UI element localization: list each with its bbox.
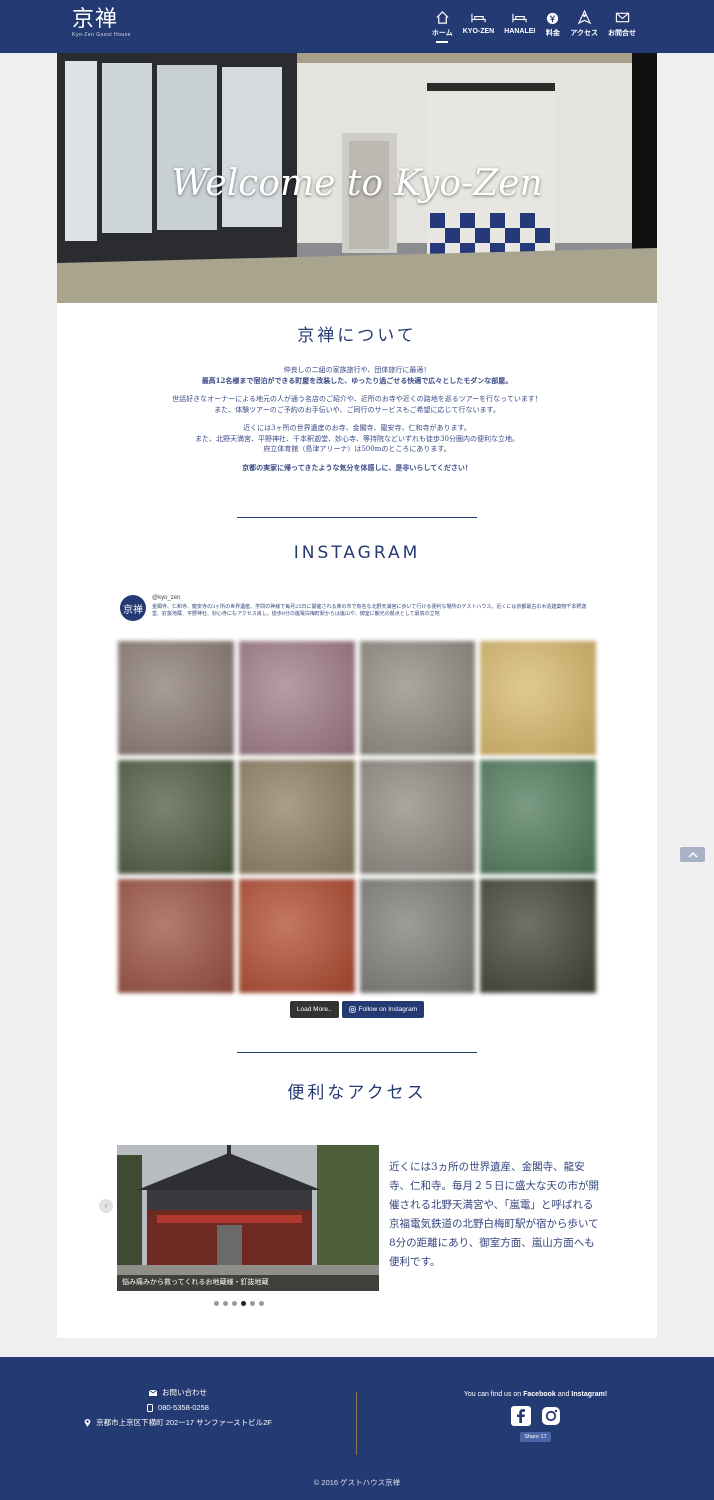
- slide-image: [117, 1145, 379, 1291]
- about-line: 世話好きなオーナーによる地元の人が通う名店のご紹介や、近所のお寺や近くの路地を巡…: [172, 395, 542, 403]
- main-content: Welcome to Kyo-Zen 京禅について 仲良しの二組の家族旅行や、団…: [57, 53, 657, 1338]
- nav-access[interactable]: アクセス: [570, 10, 598, 43]
- hero-title: Welcome to Kyo-Zen: [171, 163, 543, 204]
- follow-label: Follow on Instagram: [358, 1006, 418, 1013]
- instagram-username[interactable]: @kyo_zen: [152, 595, 180, 601]
- social-instagram-text: Instagram!: [571, 1391, 608, 1398]
- chevron-up-icon: [687, 851, 698, 858]
- instagram-icon: [348, 1006, 356, 1013]
- instagram-post[interactable]: [359, 760, 476, 874]
- instagram-post[interactable]: [238, 760, 355, 874]
- map-marker-icon: [84, 1419, 91, 1427]
- header: 京禅 Kyo-Zen Guest House ホーム KYO-ZEN HANAL…: [0, 0, 714, 53]
- instagram-icon[interactable]: [541, 1406, 561, 1426]
- nav-label: ホーム: [431, 30, 453, 37]
- section-divider: [237, 517, 477, 518]
- contact-link[interactable]: お問い合わせ: [0, 1385, 356, 1400]
- instagram-bio: 金閣寺、仁和寺、龍安寺の3ヶ所の世界遺産、学問の神様で毎月25日に開催される楽の…: [152, 604, 587, 617]
- section-divider: [237, 1052, 477, 1053]
- slide-caption: 悩み痛みから救ってくれるお地蔵様・釘抜地蔵: [117, 1275, 379, 1291]
- bed-icon: [471, 13, 486, 23]
- footer: お問い合わせ 080-5358-0258 京都市上京区下横町 202ー17 サン…: [0, 1357, 714, 1500]
- about-line: 府立体育館（島津アリーナ）は500mのところにあります。: [263, 445, 451, 453]
- about-line: また、体験ツアーのご予約のお手伝いや、ご同行のサービスもご希望に応じて行ないます…: [214, 405, 500, 414]
- phone-number: 080-5358-0258: [158, 1403, 209, 1412]
- follow-instagram-button[interactable]: Follow on Instagram: [341, 1001, 425, 1018]
- copyright: © 2016 ゲストハウス京禅: [313, 1478, 401, 1487]
- nav-pricing[interactable]: 料金: [545, 10, 560, 43]
- nav-label: 料金: [545, 30, 560, 37]
- slider-dots: [214, 1301, 264, 1306]
- nav-label: お問合せ: [608, 30, 636, 37]
- about-text: 仲良しの二組の家族旅行や、団体旅行に最適！ 最高12名様まで宿泊ができる町屋を改…: [97, 365, 617, 481]
- about-line: 仲良しの二組の家族旅行や、団体旅行に最適！: [283, 366, 431, 374]
- social-facebook-text: Facebook: [523, 1391, 556, 1398]
- instagram-post[interactable]: [118, 879, 234, 993]
- contact-label: お問い合わせ: [162, 1388, 207, 1397]
- about-line: 近くには3ヶ所の世界遺産のお寺、金閣寺、龍安寺、仁和寺があります。: [243, 424, 471, 432]
- social-and: and: [555, 1391, 572, 1398]
- access-slider[interactable]: 悩み痛みから救ってくれるお地蔵様・釘抜地蔵: [117, 1145, 379, 1291]
- yen-icon: [547, 12, 559, 25]
- instagram-buttons: Load More.. Follow on Instagram: [57, 1001, 657, 1018]
- about-line: 最高12名様まで宿泊ができる町屋を改装した、ゆったり過ごせる快適で広々としたモダ…: [201, 375, 513, 385]
- scroll-top-button[interactable]: [680, 847, 705, 862]
- phone-icon: [147, 1403, 154, 1412]
- about-line: また、北野天満宮、平野神社、千本釈迦堂、妙心寺、等持院などいずれも徒歩30分圏内…: [195, 434, 519, 443]
- instagram-post[interactable]: [118, 760, 234, 874]
- load-more-button[interactable]: Load More..: [289, 1001, 339, 1018]
- access-description: 近くには3ヵ所の世界遺産、金閣寺、龍安寺、仁和寺。毎月２５日に盛大な天の市が開催…: [389, 1161, 599, 1268]
- slider-dot[interactable]: [232, 1301, 237, 1306]
- about-title: 京禅について: [297, 326, 417, 346]
- nav-label: KYO-ZEN: [462, 28, 495, 35]
- logo-subtitle: Kyo-Zen Guest House: [72, 32, 131, 38]
- nav-label: HANALEI: [504, 28, 536, 35]
- address: 京都市上京区下横町 202ー17 サンファーストビル2F: [96, 1418, 272, 1427]
- logo[interactable]: 京禅 Kyo-Zen Guest House: [72, 7, 131, 39]
- instagram-post[interactable]: [480, 641, 596, 755]
- instagram-post[interactable]: [238, 641, 355, 755]
- footer-contact: お問い合わせ 080-5358-0258 京都市上京区下横町 202ー17 サン…: [0, 1385, 356, 1430]
- slider-dot[interactable]: [250, 1301, 255, 1306]
- map-pin-icon: [577, 10, 591, 25]
- instagram-post[interactable]: [359, 879, 476, 993]
- nav-contact[interactable]: お問合せ: [608, 10, 636, 43]
- instagram-feed: [118, 641, 596, 993]
- slider-dot[interactable]: [223, 1301, 228, 1306]
- facebook-icon[interactable]: [510, 1406, 531, 1426]
- access-title: 便利なアクセス: [287, 1083, 427, 1103]
- instagram-post[interactable]: [359, 641, 476, 755]
- address-line: 京都市上京区下横町 202ー17 サンファーストビル2F: [0, 1415, 356, 1430]
- mail-icon: [615, 12, 629, 23]
- slider-dot[interactable]: [259, 1301, 264, 1306]
- footer-social: You can find us on Facebook and Instagra…: [357, 1391, 714, 1442]
- home-icon: [436, 11, 449, 24]
- social-icons: [357, 1406, 714, 1426]
- nav-hanalei[interactable]: HANALEI: [504, 10, 535, 43]
- slider-dot[interactable]: [214, 1301, 219, 1306]
- slider-dot[interactable]: [241, 1301, 246, 1306]
- nav-home[interactable]: ホーム: [432, 10, 453, 43]
- share-label: Share 17: [524, 1434, 547, 1440]
- slider-prev-arrow-icon[interactable]: ‹: [99, 1199, 113, 1213]
- instagram-post[interactable]: [480, 760, 596, 874]
- instagram-post[interactable]: [480, 879, 596, 993]
- hero-banner: Welcome to Kyo-Zen: [57, 53, 657, 303]
- about-line: 京都の実家に帰ってきたような気分を体感しに、是非いらしてください！: [242, 462, 472, 472]
- social-prefix: You can find us on: [463, 1391, 524, 1398]
- avatar[interactable]: 京禅: [120, 595, 146, 621]
- logo-kanji: 京禅: [72, 7, 119, 32]
- instagram-post[interactable]: [238, 879, 355, 993]
- nav-label: アクセス: [570, 30, 598, 37]
- social-text: You can find us on Facebook and Instagra…: [357, 1391, 714, 1398]
- mail-icon: [149, 1389, 157, 1396]
- bed-icon: [512, 13, 527, 23]
- instagram-post[interactable]: [118, 641, 234, 755]
- nav-kyo-zen[interactable]: KYO-ZEN: [462, 10, 495, 43]
- instagram-title: INSTAGRAM: [293, 543, 421, 563]
- facebook-share-button[interactable]: Share 17: [520, 1432, 551, 1442]
- main-nav: ホーム KYO-ZEN HANALEI 料金 アクセス お問合せ: [422, 10, 636, 43]
- phone-line: 080-5358-0258: [0, 1400, 356, 1415]
